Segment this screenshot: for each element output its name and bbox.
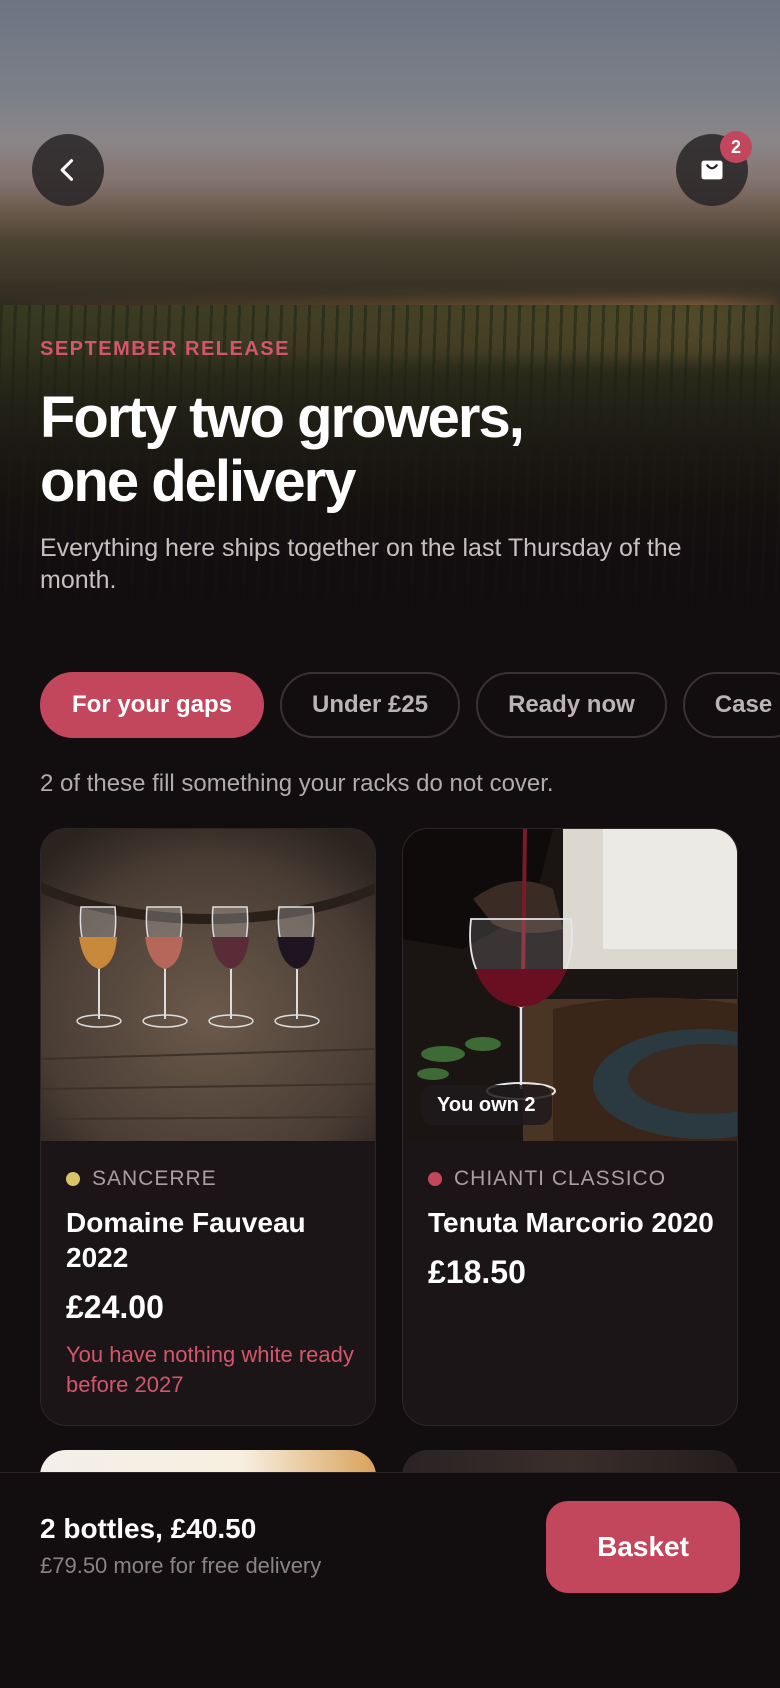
title-line-2: one delivery	[40, 449, 356, 514]
results-note: 2 of these fill something your racks do …	[40, 770, 554, 797]
region-color-dot	[66, 1172, 80, 1186]
filter-chip-for-your-gaps[interactable]: For your gaps	[40, 672, 265, 738]
wine-card[interactable]: You own 2 CHIANTI CLASSICO Tenuta Marcor…	[402, 828, 738, 1426]
basket-summary: 2 bottles, £40.50	[40, 1513, 257, 1544]
wine-price: £18.50	[428, 1254, 526, 1290]
region-color-dot	[428, 1172, 442, 1186]
wine-region: SANCERRE	[66, 1167, 356, 1191]
wine-name: Tenuta Marcorio 2020	[428, 1207, 714, 1238]
free-delivery-note: £79.50 more for free delivery	[40, 1553, 322, 1578]
wine-photo: You own 2	[403, 829, 737, 1141]
gap-note: You have nothing white ready before 2027	[66, 1342, 354, 1397]
page-subtitle: Everything here ships together on the la…	[40, 534, 682, 594]
page-title: Forty two growers, one delivery	[40, 386, 720, 514]
wine-card-body: SANCERRE Domaine Fauveau 2022 £24.00 You…	[66, 1167, 356, 1400]
title-line-1: Forty two growers,	[40, 385, 525, 450]
cart-count-badge: 2	[720, 131, 752, 163]
wine-region: CHIANTI CLASSICO	[428, 1167, 718, 1191]
wine-name: Domaine Fauveau 2022	[66, 1207, 306, 1273]
filter-chip-case[interactable]: Case	[682, 672, 780, 738]
chevron-left-icon	[60, 159, 74, 181]
back-button[interactable]	[32, 134, 104, 206]
filter-chips: For your gaps Under £25 Ready now Case	[40, 672, 780, 738]
wine-card-body: CHIANTI CLASSICO Tenuta Marcorio 2020 £1…	[428, 1167, 718, 1291]
filter-chip-under-25[interactable]: Under £25	[280, 672, 461, 738]
basket-button[interactable]: Basket	[546, 1501, 740, 1593]
shopping-bag-icon	[701, 160, 723, 180]
basket-totals: 2 bottles, £40.50 £79.50 more for free d…	[40, 1513, 321, 1579]
region-label: CHIANTI CLASSICO	[454, 1167, 667, 1190]
owned-count-tag: You own 2	[421, 1085, 552, 1125]
wine-photo	[41, 829, 375, 1141]
region-label: SANCERRE	[92, 1167, 217, 1190]
wine-card[interactable]: SANCERRE Domaine Fauveau 2022 £24.00 You…	[40, 828, 376, 1426]
filter-chip-ready-now[interactable]: Ready now	[476, 672, 667, 738]
wine-price: £24.00	[66, 1289, 164, 1325]
release-eyebrow: SEPTEMBER RELEASE	[40, 338, 290, 360]
basket-bar: 2 bottles, £40.50 £79.50 more for free d…	[0, 1472, 780, 1688]
